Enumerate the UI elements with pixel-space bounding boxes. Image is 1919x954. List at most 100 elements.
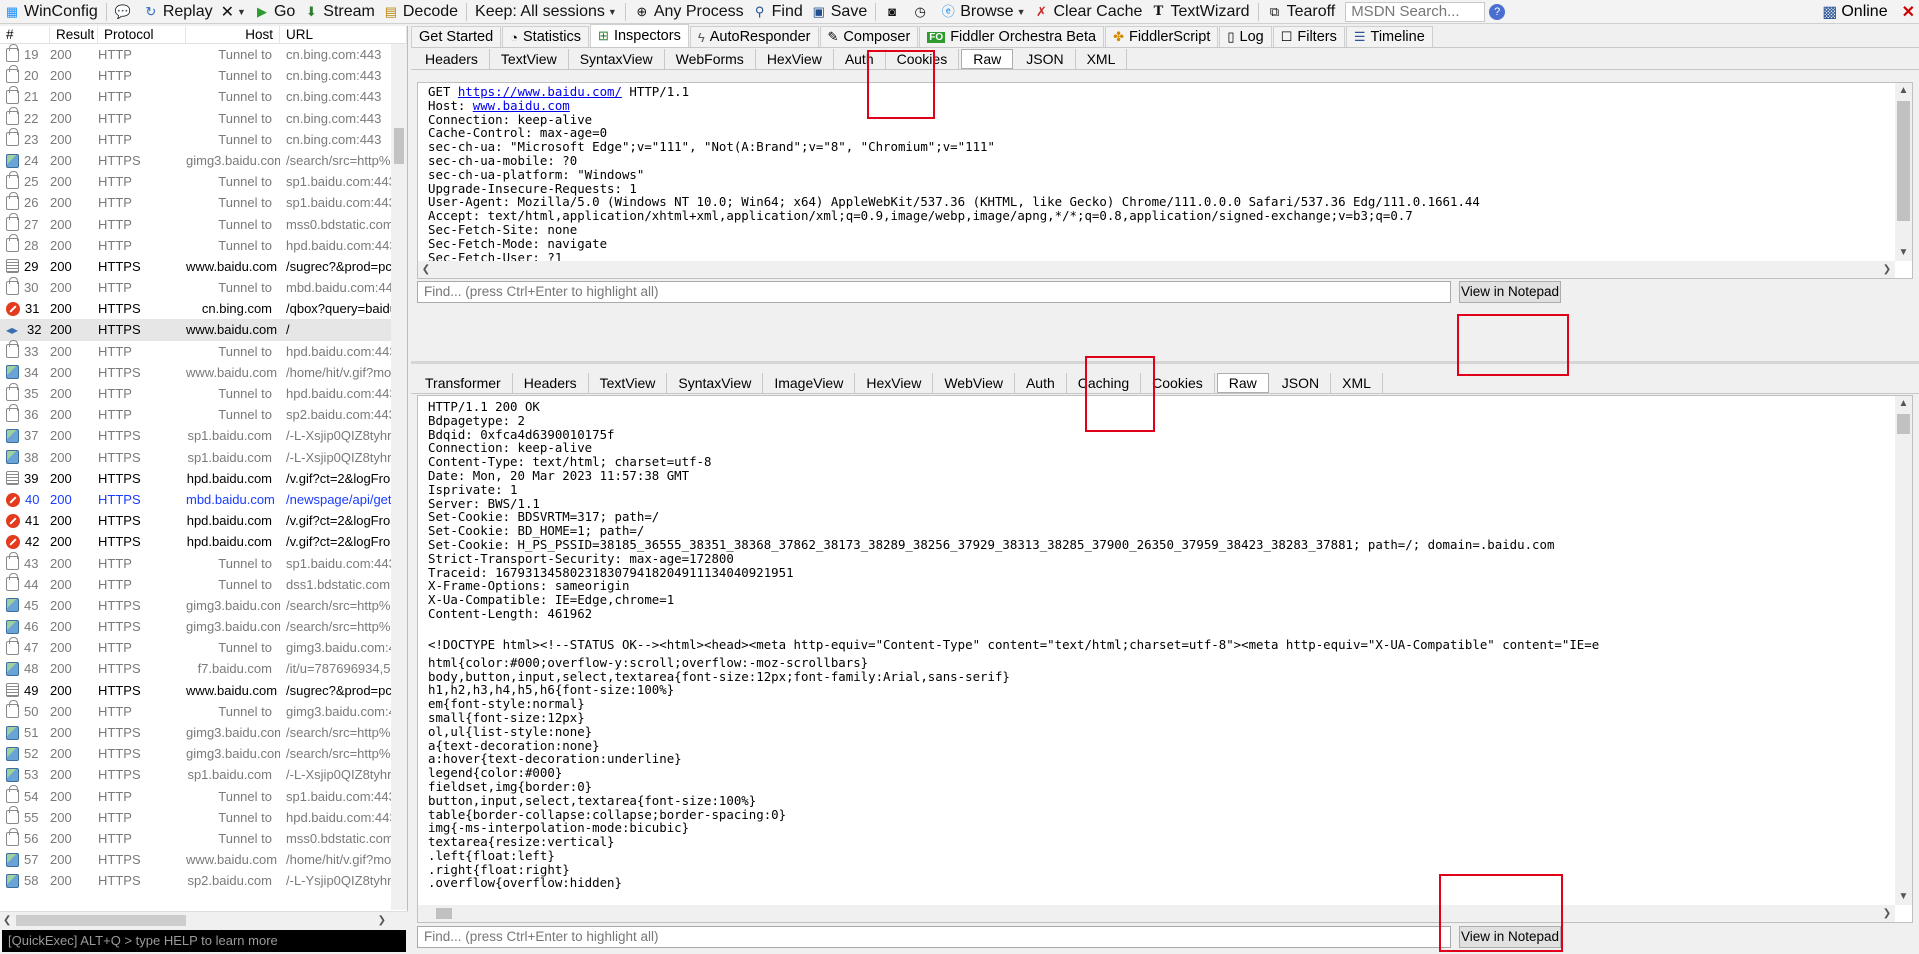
textwizard-button[interactable]: T TextWizard <box>1146 1 1253 23</box>
session-row[interactable]: 33 200 HTTP Tunnel to hpd.baidu.com:443 <box>0 340 407 362</box>
tab-get-started[interactable]: Get Started <box>411 26 502 47</box>
response-tabs-headers[interactable]: Headers <box>513 372 589 393</box>
winconfig-button[interactable]: ▦ WinConfig <box>0 1 102 23</box>
response-view-in-notepad-button[interactable]: View in Notepad <box>1459 926 1561 948</box>
replay-button[interactable]: ↻ Replay <box>139 1 217 23</box>
tab-fiddlerscript[interactable]: ✤ FiddlerScript <box>1105 26 1219 47</box>
screenshot-button[interactable]: ◙ <box>880 1 908 23</box>
request-tabs-webforms[interactable]: WebForms <box>665 48 756 69</box>
clear-cache-button[interactable]: ✗ Clear Cache <box>1030 1 1147 23</box>
session-row[interactable]: 39 200 HTTPS hpd.baidu.com/v.gif?ct=2&logFr… <box>0 468 407 489</box>
scroll-up-icon[interactable]: ▲ <box>1895 83 1912 99</box>
column-header-protocol[interactable]: Protocol <box>98 26 186 43</box>
remove-button[interactable]: ✕ ▼ <box>217 1 250 23</box>
request-horizontal-scrollbar[interactable]: ❮ ❯ <box>418 261 1895 278</box>
session-row[interactable]: 26 200 HTTP Tunnel to sp1.baidu.com:443 <box>0 191 407 213</box>
request-raw-view[interactable]: GET https://www.baidu.com/ HTTP/1.1 Host… <box>417 82 1913 279</box>
response-vertical-scrollbar[interactable]: ▲ ▼ <box>1895 396 1912 905</box>
sessions-horizontal-scrollbar[interactable]: ❮ ❯ <box>0 911 408 928</box>
session-row[interactable]: 44 200 HTTP Tunnel to dss1.bdstatic.com:443 <box>0 573 407 595</box>
session-row[interactable]: 38 200 HTTPS sp1.baidu.com /-L-Xsjip0QIZ8tyh… <box>0 447 407 468</box>
session-row[interactable]: 25 200 HTTP Tunnel to sp1.baidu.com:443 <box>0 170 407 192</box>
scroll-right-icon[interactable]: ❯ <box>378 912 386 929</box>
response-tabs-hexview[interactable]: HexView <box>855 372 934 393</box>
session-row[interactable]: 47 200 HTTP Tunnel to gimg3.baidu.com:443 <box>0 636 407 658</box>
session-row[interactable]: 42 200 HTTPS hpd.baidu.com/v.gif?ct=2&logFr… <box>0 531 407 552</box>
tab-timeline[interactable]: ☰ Timeline <box>1345 26 1433 47</box>
go-button[interactable]: ▶ Go <box>250 1 299 23</box>
tab-log[interactable]: ▯ Log <box>1219 26 1272 47</box>
response-raw-text[interactable]: HTTP/1.1 200 OK Bdpagetype: 2 Bdqid: 0xfca… <box>428 400 1892 890</box>
any-process-button[interactable]: ⊕ Any Process <box>630 1 748 23</box>
session-row[interactable]: 36 200 HTTP Tunnel to sp2.baidu.com:443 <box>0 403 407 425</box>
session-row[interactable]: 35 200 HTTP Tunnel to hpd.baidu.com:443 <box>0 382 407 404</box>
session-row[interactable]: 41 200 HTTPS hpd.baidu.com/v.gif?ct=2&logFr… <box>0 510 407 531</box>
session-row[interactable]: 51 200 HTTPS gimg3.baidu.com/search/src=htt… <box>0 722 407 743</box>
tab-statistics[interactable]: ◔ Statistics <box>502 26 590 47</box>
stream-button[interactable]: ⬇ Stream <box>299 1 379 23</box>
scroll-thumb[interactable] <box>1897 414 1910 434</box>
response-tabs-json[interactable]: JSON <box>1271 372 1332 393</box>
msdn-search-input[interactable]: MSDN Search... <box>1345 1 1486 22</box>
request-find-input[interactable]: Find... (press Ctrl+Enter to highlight a… <box>417 281 1451 303</box>
session-row[interactable]: 43 200 HTTP Tunnel to sp1.baidu.com:443 <box>0 552 407 574</box>
session-row[interactable]: 45 200 HTTPS gimg3.baidu.com/search/src=htt… <box>0 595 407 616</box>
find-button[interactable]: ⚲ Find <box>748 1 807 23</box>
request-tabs-auth[interactable]: Auth <box>834 48 886 69</box>
column-header-number[interactable]: # <box>0 26 50 43</box>
scroll-up-icon[interactable]: ▲ <box>1895 396 1912 412</box>
session-row[interactable]: 19 200 HTTP Tunnel to cn.bing.com:443 <box>0 44 407 65</box>
response-tabs-textview[interactable]: TextView <box>589 372 668 393</box>
column-header-host[interactable]: Host <box>186 26 280 43</box>
response-tabs-transformer[interactable]: Transformer <box>414 372 513 393</box>
response-tabs-xml[interactable]: XML <box>1331 372 1383 393</box>
tab-fiddler-orchestra[interactable]: FO Fiddler Orchestra Beta <box>919 26 1105 47</box>
session-row[interactable]: 58 200 HTTPS sp2.baidu.com /-L-Ysjip0QIZ8tyh… <box>0 870 407 891</box>
session-row[interactable]: 30 200 HTTP Tunnel to mbd.baidu.com:443 <box>0 276 407 298</box>
session-row[interactable]: 34 200 HTTPS www.baidu.com/home/hit/v.gif?m… <box>0 362 407 383</box>
session-row[interactable]: 21 200 HTTP Tunnel to cn.bing.com:443 <box>0 85 407 107</box>
sessions-vertical-scrollbar[interactable] <box>391 44 407 910</box>
scroll-down-icon[interactable]: ▼ <box>1895 889 1912 905</box>
request-tabs-xml[interactable]: XML <box>1076 48 1128 69</box>
tab-autoresponder[interactable]: ϟ AutoResponder <box>689 26 819 47</box>
scroll-left-icon[interactable]: ❮ <box>3 912 11 929</box>
tab-inspectors[interactable]: ⊞ Inspectors <box>590 24 689 47</box>
response-tabs-caching[interactable]: Caching <box>1067 372 1142 393</box>
session-row[interactable]: 22 200 HTTP Tunnel to cn.bing.com:443 <box>0 107 407 129</box>
request-tabs-json[interactable]: JSON <box>1015 48 1076 69</box>
browse-button[interactable]: ⓔ Browse ▼ <box>936 1 1029 23</box>
request-tabs-cookies[interactable]: Cookies <box>886 48 960 69</box>
session-row[interactable]: 24 200 HTTPS gimg3.baidu.com/search/src=htt… <box>0 150 407 171</box>
response-tabs-cookies[interactable]: Cookies <box>1141 372 1215 393</box>
request-tabs-headers[interactable]: Headers <box>414 48 490 69</box>
pane-splitter[interactable] <box>411 361 1919 364</box>
session-row[interactable]: 40 200 HTTPS mbd.baidu.com/newspage/api/get… <box>0 489 407 510</box>
tearoff-button[interactable]: ⧉ Tearoff <box>1263 1 1340 23</box>
session-row[interactable]: ◂▸ 32 200 HTTPS www.baidu.com / <box>0 319 407 341</box>
tab-filters[interactable]: ☐ Filters <box>1272 26 1345 47</box>
response-tabs-auth[interactable]: Auth <box>1015 372 1067 393</box>
online-status[interactable]: ▩ Online ✕ <box>1822 2 1919 22</box>
scroll-right-icon[interactable]: ❯ <box>1879 261 1895 278</box>
help-button[interactable]: ? <box>1485 1 1513 23</box>
response-tabs-raw[interactable]: Raw <box>1216 372 1269 393</box>
scroll-thumb[interactable] <box>16 915 186 926</box>
session-row[interactable]: 20 200 HTTP Tunnel to cn.bing.com:443 <box>0 64 407 86</box>
session-row[interactable]: 29 200 HTTPS www.baidu.com/sugrec?&prod=pc_… <box>0 256 407 277</box>
session-row[interactable]: 57 200 HTTPS www.baidu.com/home/hit/v.gif?m… <box>0 849 407 870</box>
request-view-in-notepad-button[interactable]: View in Notepad <box>1459 281 1561 303</box>
host-link[interactable]: www.baidu.com <box>473 98 570 113</box>
column-header-result[interactable]: Result <box>50 26 98 43</box>
timer-button[interactable]: ◷ <box>908 1 936 23</box>
session-row[interactable]: 48 200 HTTPS f7.baidu.com/it/u=787696934,50… <box>0 658 407 679</box>
scroll-thumb[interactable] <box>394 128 404 164</box>
session-row[interactable]: 55 200 HTTP Tunnel to hpd.baidu.com:443 <box>0 806 407 828</box>
scroll-thumb[interactable] <box>436 908 452 919</box>
session-row[interactable]: 56 200 HTTP Tunnel to mss0.bdstatic.com:44 <box>0 827 407 849</box>
request-raw-text[interactable]: GET https://www.baidu.com/ HTTP/1.1 Host… <box>428 85 1892 278</box>
scroll-thumb[interactable] <box>1897 101 1910 221</box>
response-tabs-webview[interactable]: WebView <box>933 372 1015 393</box>
session-row[interactable]: 49 200 HTTPS www.baidu.com/sugrec?&prod=pc_… <box>0 680 407 701</box>
request-tabs-syntaxview[interactable]: SyntaxView <box>569 48 665 69</box>
